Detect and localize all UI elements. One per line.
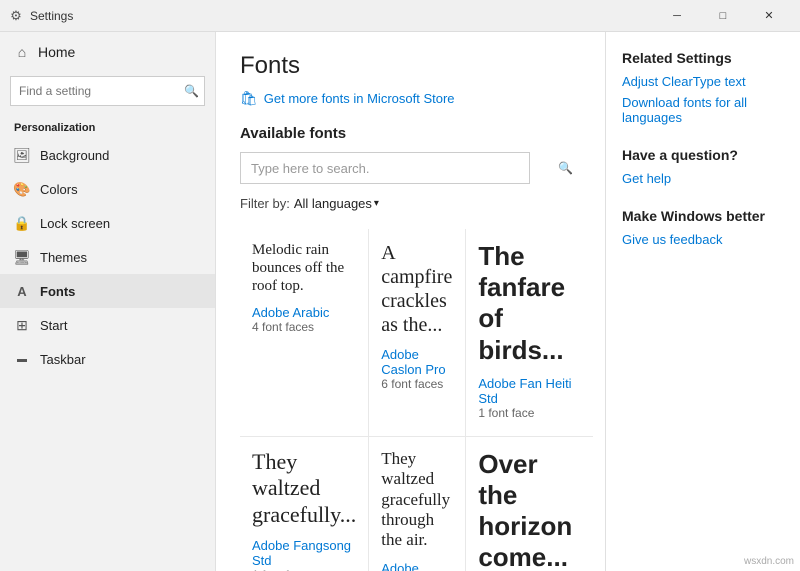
sidebar-item-label: Background <box>40 148 109 163</box>
font-preview: They waltzed gracefully... <box>252 449 356 528</box>
sidebar-item-label: Colors <box>40 182 78 197</box>
store-icon: 🛍 <box>240 90 258 107</box>
fonts-icon: A <box>14 283 30 299</box>
sidebar-item-themes[interactable]: 🖥 Themes <box>0 240 215 274</box>
taskbar-icon: ▬ <box>14 351 30 367</box>
colors-icon: 🎨 <box>14 181 30 197</box>
sidebar-item-label: Lock screen <box>40 216 110 231</box>
available-fonts-label: Available fonts <box>240 125 581 142</box>
maximize-button[interactable]: □ <box>700 0 746 32</box>
search-icon: 🔍 <box>184 84 199 98</box>
themes-icon: 🖥 <box>14 249 30 265</box>
lock-screen-icon: 🔒 <box>14 215 30 231</box>
sidebar-item-lock-screen[interactable]: 🔒 Lock screen <box>0 206 215 240</box>
panel-divider-2 <box>622 192 784 208</box>
sidebar: ⌂ Home 🔍 Personalization 🖼 Background 🎨 … <box>0 32 216 571</box>
section-label: Personalization <box>0 114 215 138</box>
make-windows-better-title: Make Windows better <box>622 208 784 224</box>
chevron-down-icon: ▾ <box>374 198 379 209</box>
question-title: Have a question? <box>622 147 784 163</box>
sidebar-item-taskbar[interactable]: ▬ Taskbar <box>0 342 215 376</box>
font-faces: 4 font faces <box>252 320 356 334</box>
sidebar-item-label: Taskbar <box>40 352 86 367</box>
watermark: wsxdn.com <box>744 556 794 567</box>
window-controls: ─ □ ✕ <box>654 0 792 32</box>
filter-row: Filter by: All languages ▾ <box>240 196 581 211</box>
start-icon: ⊞ <box>14 317 30 333</box>
font-preview: They waltzed gracefully through the air. <box>381 449 453 551</box>
font-preview: The fanfare of birds... <box>478 241 581 366</box>
font-faces: 1 font face <box>478 406 581 420</box>
get-more-label: Get more fonts in Microsoft Store <box>264 91 455 106</box>
font-search-input[interactable] <box>240 152 530 184</box>
sidebar-item-home[interactable]: ⌂ Home <box>0 32 215 72</box>
filter-language-dropdown[interactable]: All languages ▾ <box>294 196 379 211</box>
sidebar-item-colors[interactable]: 🎨 Colors <box>0 172 215 206</box>
font-preview: A campfire crackles as the... <box>381 241 453 337</box>
sidebar-item-fonts[interactable]: A Fonts <box>0 274 215 308</box>
font-faces: 6 font faces <box>381 377 453 391</box>
sidebar-item-start[interactable]: ⊞ Start <box>0 308 215 342</box>
font-card: Melodic rain bounces off the roof top. A… <box>240 229 369 437</box>
get-help-link[interactable]: Get help <box>622 171 784 186</box>
minimize-button[interactable]: ─ <box>654 0 700 32</box>
sidebar-item-background[interactable]: 🖼 Background <box>0 138 215 172</box>
home-icon: ⌂ <box>14 44 30 60</box>
font-card: They waltzed gracefully through the air.… <box>369 437 466 571</box>
font-card: Over the horizon come... Adobe Gothic St… <box>466 437 593 571</box>
right-panel: Related Settings Adjust ClearType text D… <box>605 32 800 571</box>
sidebar-item-label: Fonts <box>40 284 75 299</box>
background-icon: 🖼 <box>14 147 30 163</box>
font-name-link[interactable]: Adobe Arabic <box>252 305 356 320</box>
filter-label: Filter by: <box>240 196 290 211</box>
home-label: Home <box>38 44 75 60</box>
adjust-cleartype-link[interactable]: Adjust ClearType text <box>622 74 784 89</box>
search-input[interactable] <box>10 76 205 106</box>
get-more-fonts-link[interactable]: 🛍 Get more fonts in Microsoft Store <box>240 90 581 107</box>
font-card: They waltzed gracefully... Adobe Fangson… <box>240 437 369 571</box>
related-settings-title: Related Settings <box>622 50 784 66</box>
panel-divider <box>622 131 784 147</box>
page-title: Fonts <box>240 52 581 80</box>
font-search-container: 🔍 <box>240 152 581 184</box>
close-button[interactable]: ✕ <box>746 0 792 32</box>
sidebar-item-label: Start <box>40 318 67 333</box>
app-body: ⌂ Home 🔍 Personalization 🖼 Background 🎨 … <box>0 32 800 571</box>
main-content: Fonts 🛍 Get more fonts in Microsoft Stor… <box>216 32 605 571</box>
give-feedback-link[interactable]: Give us feedback <box>622 232 784 247</box>
titlebar-title: Settings <box>30 9 654 23</box>
settings-icon: ⚙ <box>8 8 24 24</box>
font-grid: Melodic rain bounces off the roof top. A… <box>240 229 581 571</box>
font-preview: Over the horizon come... <box>478 449 581 571</box>
titlebar: ⚙ Settings ─ □ ✕ <box>0 0 800 32</box>
font-card: The fanfare of birds... Adobe Fan Heiti … <box>466 229 593 437</box>
font-search-icon: 🔍 <box>558 161 573 175</box>
sidebar-search-container: 🔍 <box>10 76 205 106</box>
font-name-link[interactable]: Adobe Garamond Pro <box>381 561 453 571</box>
font-name-link[interactable]: Adobe Fangsong Std <box>252 538 356 568</box>
download-fonts-link[interactable]: Download fonts for all languages <box>622 95 784 125</box>
font-name-link[interactable]: Adobe Caslon Pro <box>381 347 453 377</box>
font-card: A campfire crackles as the... Adobe Casl… <box>369 229 466 437</box>
sidebar-item-label: Themes <box>40 250 87 265</box>
font-preview: Melodic rain bounces off the roof top. <box>252 241 356 295</box>
filter-value: All languages <box>294 196 372 211</box>
font-name-link[interactable]: Adobe Fan Heiti Std <box>478 376 581 406</box>
